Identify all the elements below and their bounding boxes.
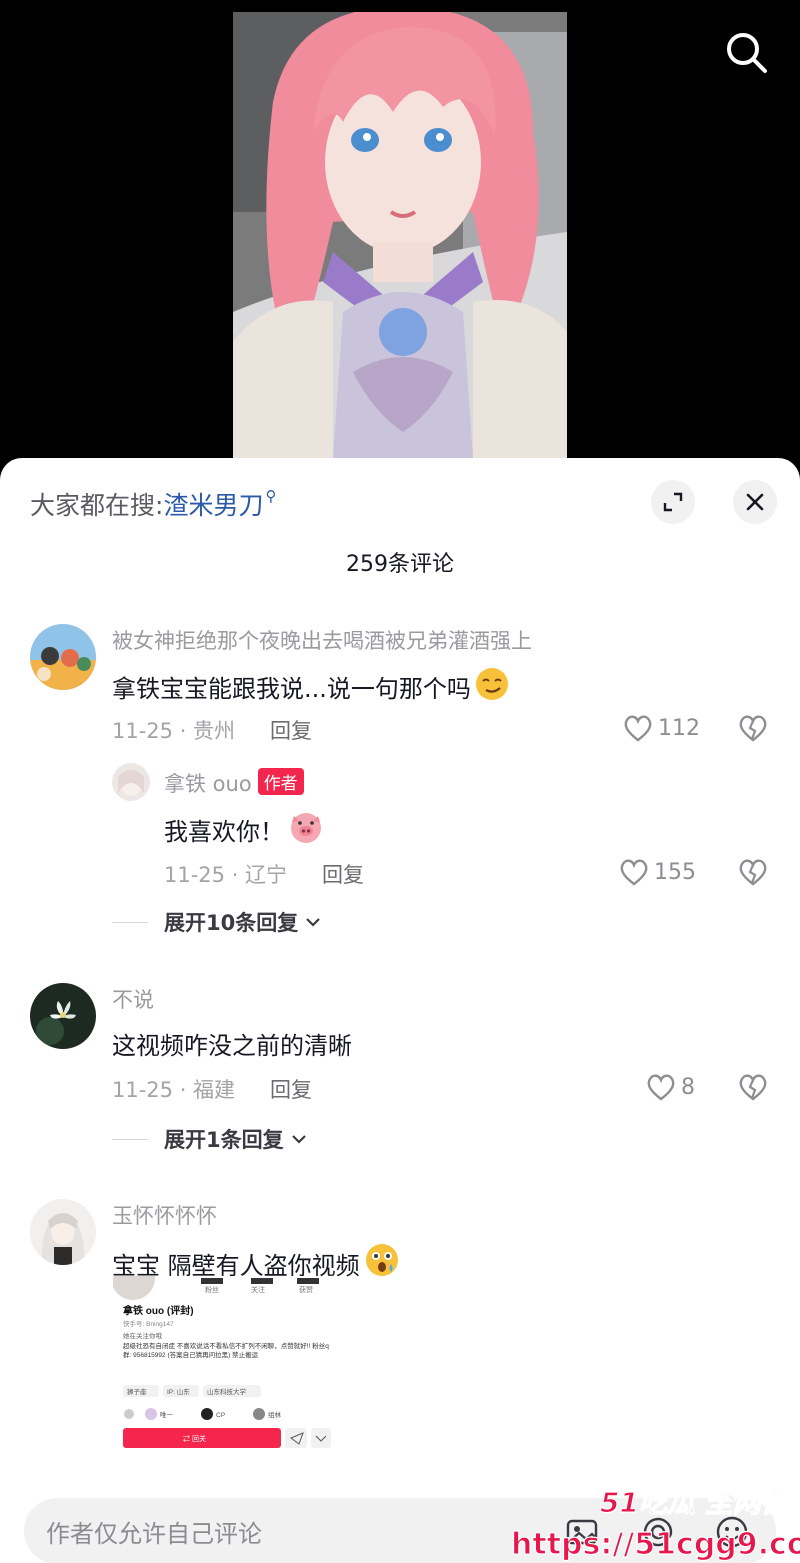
video-frame[interactable] (233, 12, 567, 458)
shocked-emoji-icon (364, 1242, 400, 1284)
comment-meta: 11-25 · 贵州 (112, 719, 236, 743)
chevron-down-icon (291, 1135, 306, 1144)
profile-row-item: 唯一 (160, 1410, 174, 1419)
comment-text: 这视频咋没之前的清晰 (112, 1032, 352, 1060)
profile-tag: IP: 山东 (167, 1387, 190, 1396)
expand-replies-button[interactable]: 展开10条回复 (112, 907, 322, 937)
image-icon[interactable] (564, 1514, 600, 1550)
profile-stat-label: 获赞 (299, 1285, 313, 1294)
broken-heart-icon (739, 1074, 767, 1101)
search-mini-icon: ⚲ (265, 487, 277, 505)
reply-username-row: 拿铁 ouo 作者 (164, 768, 304, 798)
broken-heart-icon (739, 715, 767, 742)
close-icon (746, 493, 764, 511)
comment-username[interactable]: 被女神拒绝那个夜晚出去喝酒被兄弟灌酒强上 (112, 625, 532, 655)
reply-username[interactable]: 拿铁 ouo (164, 772, 252, 796)
profile-bio: 超级社恐有自闭症 不喜欢说话不看私信不扩列不闲聊，点赞就好!! 粉丝q群: 95… (123, 1343, 329, 1359)
comment-username[interactable]: 不说 (112, 984, 154, 1014)
comment-meta: 11-25 · 福建 (112, 1078, 236, 1102)
like-button[interactable]: 112 (622, 711, 700, 745)
reply-text: 我喜欢你！ (164, 818, 284, 846)
avatar[interactable] (30, 624, 96, 690)
heart-icon (647, 1074, 675, 1101)
expand-replies-label: 展开10条回复 (164, 911, 299, 935)
heart-icon (620, 859, 648, 886)
reply-text-row: 我喜欢你！ (164, 810, 324, 850)
smirk-emoji-icon (475, 667, 509, 707)
profile-follow-button: ⇄ 回关 (183, 1434, 206, 1443)
attached-image[interactable]: 粉丝 关注 获赞 拿铁 ouo (评封) 快手号: Bning147 她在关注你… (113, 1276, 339, 1454)
reply-button[interactable]: 回复 (270, 715, 312, 745)
comment-count: 259条评论 (346, 552, 454, 577)
profile-row-item: CP (216, 1412, 225, 1419)
divider (112, 1138, 148, 1140)
comment-panel: 大家都在搜: 渣米男刀 ⚲ 259条评论 被女神拒绝那个夜晚出去喝酒被兄弟灌酒强… (0, 458, 800, 1563)
chevron-down-icon (306, 918, 321, 927)
dislike-button[interactable] (737, 712, 769, 744)
like-count: 112 (658, 715, 700, 741)
attached-profile-screenshot: 粉丝 关注 获赞 拿铁 ouo (评封) 快手号: Bning147 她在关注你… (113, 1276, 339, 1454)
avatar[interactable] (112, 763, 150, 801)
avatar[interactable] (30, 983, 96, 1049)
like-count: 155 (654, 859, 696, 885)
like-button[interactable]: 155 (618, 855, 696, 889)
at-mention-icon[interactable] (640, 1514, 676, 1550)
divider (112, 921, 148, 923)
hot-search-banner[interactable]: 大家都在搜: 渣米男刀 ⚲ (30, 484, 276, 524)
close-panel-button[interactable] (733, 480, 777, 524)
reply-button[interactable]: 回复 (270, 1074, 312, 1104)
hot-search-prefix: 大家都在搜: (30, 491, 164, 520)
profile-id: 快手号: Bning147 (123, 1319, 174, 1328)
pig-emoji-icon (288, 810, 324, 850)
comment-text-row: 拿铁宝宝能跟我说...说一句那个吗 (112, 667, 509, 707)
expand-icon (663, 492, 683, 512)
emoji-icon[interactable] (714, 1514, 750, 1550)
expand-replies-label: 展开1条回复 (164, 1128, 284, 1152)
profile-tag: 山东科技大学 (207, 1387, 247, 1396)
comment-input[interactable]: 作者仅允许自己评论 (24, 1498, 776, 1563)
profile-tag: 狮子座 (127, 1387, 147, 1396)
comment-text: 拿铁宝宝能跟我说...说一句那个吗 (112, 675, 471, 703)
expand-panel-button[interactable] (651, 480, 695, 524)
reply-button[interactable]: 回复 (322, 859, 364, 889)
comment-username[interactable]: 玉怀怀怀怀 (112, 1200, 217, 1230)
search-icon[interactable] (722, 28, 772, 78)
reply-meta: 11-25 · 辽宁 (164, 863, 288, 887)
dislike-button[interactable] (737, 1071, 769, 1103)
dislike-button[interactable] (737, 856, 769, 888)
comment-input-placeholder: 作者仅允许自己评论 (46, 1520, 262, 1548)
avatar[interactable] (30, 1199, 96, 1265)
hot-search-term[interactable]: 渣米男刀 (163, 486, 263, 522)
profile-row-item: 组林 (268, 1410, 282, 1419)
expand-replies-button[interactable]: 展开1条回复 (112, 1124, 308, 1154)
video-player[interactable] (0, 0, 800, 470)
like-count: 8 (681, 1074, 695, 1100)
profile-name: 拿铁 ouo (评封) (122, 1304, 194, 1317)
heart-icon (624, 715, 652, 742)
profile-stat-label: 粉丝 (205, 1285, 219, 1294)
author-badge: 作者 (257, 768, 304, 795)
broken-heart-icon (739, 859, 767, 886)
like-button[interactable]: 8 (645, 1070, 695, 1104)
video-still-image (233, 12, 567, 458)
profile-stat-label: 关注 (251, 1285, 265, 1294)
profile-follows: 她在关注你哦 (123, 1331, 163, 1340)
